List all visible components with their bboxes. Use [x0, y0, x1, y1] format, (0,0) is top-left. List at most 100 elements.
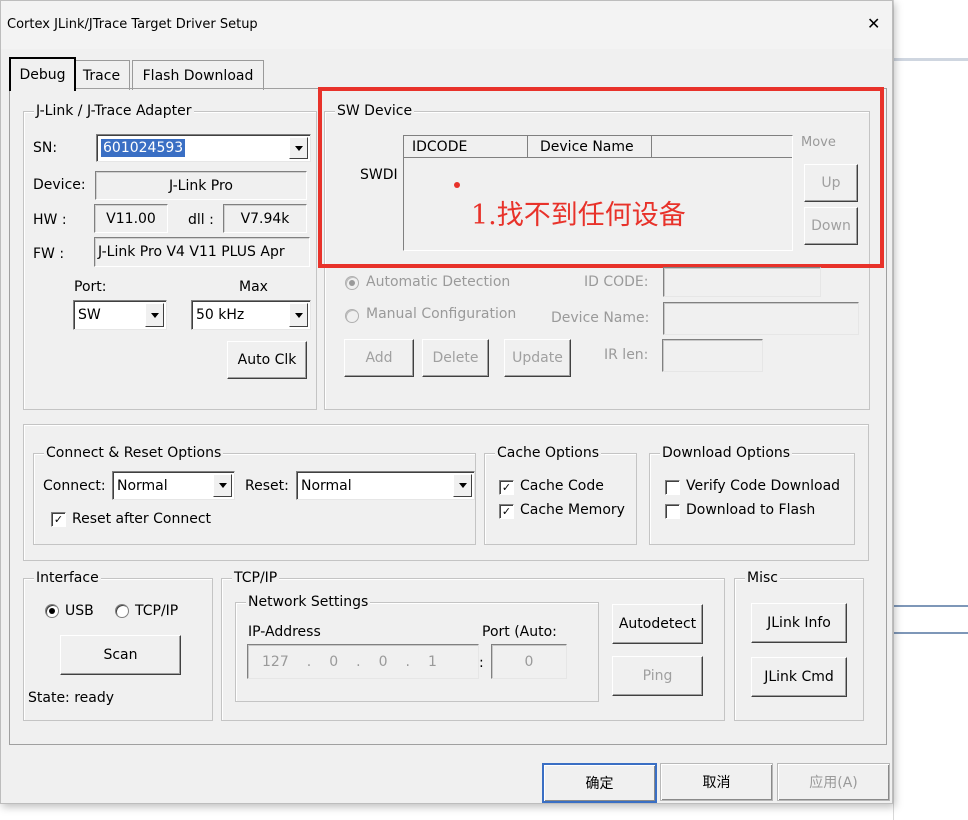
sn-value: 601024593	[101, 139, 186, 157]
sn-label: SN:	[33, 140, 58, 156]
tab-label: Debug	[19, 67, 66, 83]
device-name-field[interactable]	[663, 302, 859, 335]
misc-group: Misc	[734, 570, 864, 721]
background-divider	[894, 632, 968, 634]
automatic-detection-label: Automatic Detection	[366, 274, 511, 290]
tcp-port-field[interactable]: 0	[491, 644, 567, 679]
verify-code-download-checkbox[interactable]	[665, 480, 680, 495]
interface-legend: Interface	[34, 570, 101, 586]
cancel-button[interactable]: 取消	[660, 763, 773, 801]
id-code-field[interactable]	[663, 267, 821, 297]
connection-state: State: ready	[28, 690, 115, 706]
verify-code-download-label: Verify Code Download	[686, 478, 841, 494]
download-to-flash-checkbox[interactable]	[665, 504, 680, 519]
auto-clk-button[interactable]: Auto Clk	[227, 341, 307, 379]
delete-button[interactable]: Delete	[422, 339, 489, 377]
dll-label: dll :	[188, 212, 214, 228]
manual-configuration-radio[interactable]	[345, 309, 359, 323]
ir-len-label: IR len:	[604, 347, 649, 363]
adapter-legend: J-Link / J-Trace Adapter	[34, 103, 194, 119]
cache-memory-label: Cache Memory	[520, 502, 625, 518]
add-button[interactable]: Add	[344, 339, 414, 377]
ip-octet: 0	[329, 653, 339, 670]
download-options-group: Download Options	[649, 445, 855, 545]
jlink-info-button[interactable]: JLink Info	[751, 603, 847, 643]
chevron-down-icon[interactable]	[453, 474, 472, 497]
ip-octet: 1	[427, 653, 437, 670]
cache-options-legend: Cache Options	[495, 445, 602, 461]
ok-button[interactable]: 确定	[542, 763, 657, 803]
ip-octet: 127	[262, 653, 289, 670]
cache-code-checkbox[interactable]: ✓	[499, 480, 514, 495]
ip-address-label: IP-Address	[248, 624, 321, 640]
manual-configuration-label: Manual Configuration	[366, 306, 517, 322]
port-auto-label: Port (Auto:	[482, 624, 557, 640]
download-to-flash-label: Download to Flash	[686, 502, 816, 518]
fw-value: J-Link Pro V4 V11 PLUS Apr	[94, 237, 310, 267]
ping-button[interactable]: Ping	[612, 656, 703, 696]
ip-address-field[interactable]: 127 . 0 . 0 . 1	[247, 644, 479, 679]
port-value: SW	[78, 307, 101, 323]
connect-reset-legend: Connect & Reset Options	[44, 445, 224, 461]
chevron-down-icon[interactable]	[289, 303, 308, 327]
title-bar: Cortex JLink/JTrace Target Driver Setup …	[1, 1, 892, 49]
max-value: 50 kHz	[196, 307, 245, 323]
misc-legend: Misc	[745, 570, 780, 586]
connect-label: Connect:	[43, 478, 106, 494]
tab-trace[interactable]: Trace	[73, 60, 130, 90]
cache-options-group: Cache Options	[484, 445, 637, 545]
window-title: Cortex JLink/JTrace Target Driver Setup	[7, 17, 258, 32]
reset-select[interactable]: Normal	[296, 471, 475, 500]
cache-code-label: Cache Code	[520, 478, 604, 494]
usb-label: USB	[65, 603, 94, 619]
tab-label: Trace	[82, 67, 121, 84]
tab-label: Flash Download	[142, 67, 254, 84]
background-divider	[894, 58, 968, 61]
port-label: Port:	[74, 279, 107, 295]
download-options-legend: Download Options	[660, 445, 793, 461]
device-value: J-Link Pro	[95, 171, 307, 200]
id-code-label: ID CODE:	[584, 274, 649, 290]
hw-label: HW :	[33, 212, 67, 228]
reset-after-connect-checkbox[interactable]: ✓	[51, 512, 66, 527]
device-label: Device:	[33, 177, 86, 193]
autodetect-button[interactable]: Autodetect	[612, 604, 703, 644]
ip-octet: 0	[378, 653, 388, 670]
tcp-port-value: 0	[524, 653, 534, 670]
update-button[interactable]: Update	[504, 339, 571, 377]
fw-label: FW :	[33, 246, 65, 262]
driver-setup-dialog: Cortex JLink/JTrace Target Driver Setup …	[0, 0, 893, 804]
usb-radio[interactable]	[45, 604, 59, 618]
close-icon[interactable]: ✕	[867, 16, 880, 32]
tcpip-radio[interactable]	[115, 604, 129, 618]
chevron-down-icon[interactable]	[289, 137, 308, 159]
tab-flash-download[interactable]: Flash Download	[132, 60, 264, 90]
ir-len-field[interactable]	[662, 339, 763, 372]
scan-button[interactable]: Scan	[60, 635, 181, 675]
tcpip-legend: TCP/IP	[232, 570, 280, 586]
connect-select[interactable]: Normal	[112, 471, 235, 500]
background-window	[893, 0, 968, 820]
tcpip-radio-label: TCP/IP	[135, 603, 179, 619]
reset-after-connect-label: Reset after Connect	[72, 511, 212, 527]
max-label: Max	[239, 279, 268, 295]
automatic-detection-radio[interactable]	[345, 276, 359, 290]
port-select[interactable]: SW	[73, 300, 167, 330]
reset-label: Reset:	[245, 478, 289, 494]
tab-debug[interactable]: Debug	[9, 57, 76, 91]
sn-select[interactable]: 601024593	[96, 134, 311, 162]
jlink-cmd-button[interactable]: JLink Cmd	[751, 657, 847, 697]
hw-value: V11.00	[94, 204, 168, 233]
max-clock-select[interactable]: 50 kHz	[191, 300, 311, 330]
dll-value: V7.94k	[223, 204, 307, 233]
chevron-down-icon[interactable]	[213, 474, 232, 497]
annotation-highlight-box	[318, 87, 884, 268]
background-divider	[894, 605, 968, 607]
device-name-label: Device Name:	[551, 310, 650, 326]
network-settings-legend: Network Settings	[246, 594, 371, 610]
connect-value: Normal	[117, 477, 168, 494]
cache-memory-checkbox[interactable]: ✓	[499, 504, 514, 519]
chevron-down-icon[interactable]	[145, 303, 164, 327]
reset-value: Normal	[301, 477, 352, 494]
apply-button[interactable]: 应用(A)	[777, 763, 890, 801]
